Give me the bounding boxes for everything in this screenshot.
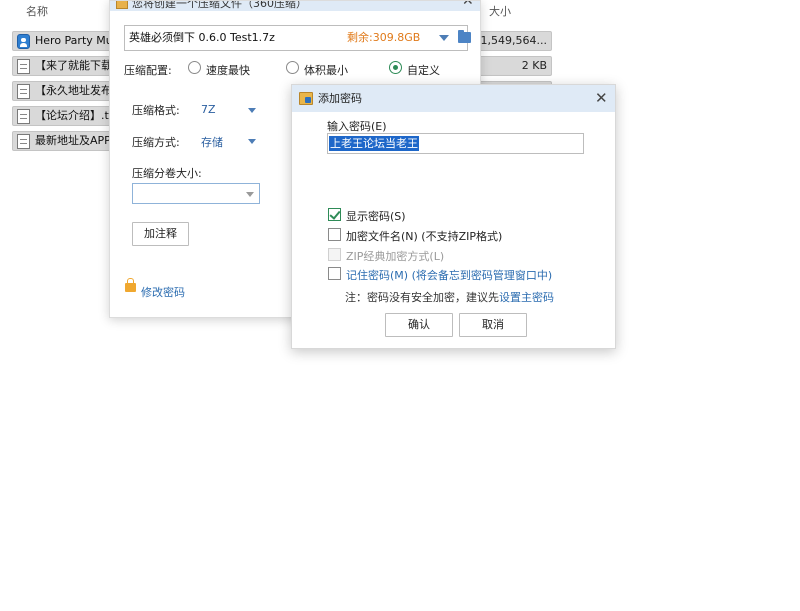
archive-icon bbox=[299, 92, 313, 105]
radio-speed-label[interactable]: 速度最快 bbox=[206, 62, 250, 78]
add-password-dialog: 添加密码 ✕ 输入密码(E) 上老王论坛当老王 显示密码(S) 加密文件名(N)… bbox=[291, 84, 616, 349]
password-input-label: 输入密码(E) bbox=[327, 120, 387, 133]
format-label: 压缩格式: bbox=[132, 104, 180, 117]
file-size: 2 KB bbox=[521, 59, 547, 72]
set-master-password-link[interactable]: 设置主密码 bbox=[499, 291, 554, 304]
add-comment-button[interactable]: 加注释 bbox=[132, 222, 189, 246]
output-path: 英雄必须倒下 0.6.0 Test1.7z bbox=[129, 31, 275, 44]
file-size: 1,549,564... bbox=[480, 34, 547, 47]
change-password-link[interactable]: 修改密码 bbox=[141, 284, 185, 300]
close-icon[interactable]: ✕ bbox=[595, 89, 608, 107]
split-size-combo[interactable] bbox=[132, 183, 260, 204]
file-name: Hero Party Mu bbox=[35, 34, 113, 47]
password-input-value: 上老王论坛当老王 bbox=[329, 136, 419, 151]
method-label: 压缩方式: bbox=[132, 136, 180, 149]
zip-classic-encryption-label: ZIP经典加密方式(L) bbox=[346, 250, 445, 263]
chevron-down-icon[interactable] bbox=[439, 35, 449, 41]
remember-password-checkbox[interactable] bbox=[328, 267, 341, 280]
file-name: 【论坛介绍】.tx bbox=[35, 109, 116, 122]
column-header-name[interactable]: 名称 bbox=[26, 0, 48, 24]
security-note: 注：密码没有安全加密，建议先设置主密码 bbox=[345, 289, 554, 305]
cancel-button[interactable]: 取消 bbox=[459, 313, 527, 337]
radio-size[interactable] bbox=[286, 61, 299, 74]
text-file-icon bbox=[17, 84, 30, 99]
radio-speed[interactable] bbox=[188, 61, 201, 74]
split-label: 压缩分卷大小: bbox=[132, 167, 202, 180]
config-label: 压缩配置: bbox=[124, 64, 172, 77]
column-header-size[interactable]: 大小 bbox=[489, 0, 511, 24]
show-password-checkbox[interactable] bbox=[328, 208, 341, 221]
compress-dialog-title: 您将创建一个压缩文件（360压缩） bbox=[132, 1, 307, 10]
encrypt-filenames-label[interactable]: 加密文件名(N) (不支持ZIP格式) bbox=[346, 228, 502, 244]
ok-button[interactable]: 确认 bbox=[385, 313, 453, 337]
radio-custom[interactable] bbox=[389, 61, 402, 74]
radio-size-label[interactable]: 体积最小 bbox=[304, 62, 348, 78]
security-note-text: 注：密码没有安全加密，建议先 bbox=[345, 291, 499, 304]
show-password-label[interactable]: 显示密码(S) bbox=[346, 208, 406, 224]
output-path-combo[interactable]: 英雄必须倒下 0.6.0 Test1.7z 剩余:309.8GB bbox=[124, 25, 471, 51]
chevron-down-icon[interactable] bbox=[248, 108, 256, 113]
remember-password-label[interactable]: 记住密码(M) (将会备忘到密码管理窗口中) bbox=[346, 267, 552, 283]
text-file-icon bbox=[17, 109, 30, 124]
compress-dialog-titlebar[interactable]: 您将创建一个压缩文件（360压缩） ✕ bbox=[110, 1, 480, 11]
close-icon[interactable]: ✕ bbox=[462, 1, 474, 9]
encrypt-filenames-checkbox[interactable] bbox=[328, 228, 341, 241]
chevron-down-icon[interactable] bbox=[246, 192, 254, 197]
format-value[interactable]: 7Z bbox=[201, 103, 216, 116]
text-file-icon bbox=[17, 59, 30, 74]
zip-classic-encryption-checkbox bbox=[328, 248, 341, 261]
text-file-icon bbox=[17, 134, 30, 149]
lock-icon bbox=[125, 278, 136, 292]
file-name: 最新地址及APP bbox=[35, 134, 111, 147]
chevron-down-icon[interactable] bbox=[248, 139, 256, 144]
file-name: 【来了就能下载 bbox=[35, 59, 112, 72]
password-dialog-title: 添加密码 bbox=[318, 92, 362, 105]
method-value[interactable]: 存储 bbox=[201, 134, 223, 150]
archive-icon bbox=[116, 1, 128, 9]
password-dialog-titlebar[interactable]: 添加密码 ✕ bbox=[292, 85, 615, 112]
file-name: 【永久地址发布 bbox=[35, 84, 112, 97]
app-icon bbox=[17, 34, 30, 49]
password-input[interactable]: 上老王论坛当老王 bbox=[327, 133, 584, 154]
radio-custom-label[interactable]: 自定义 bbox=[407, 62, 440, 78]
free-space: 剩余:309.8GB bbox=[347, 31, 421, 44]
folder-icon[interactable] bbox=[458, 30, 471, 43]
